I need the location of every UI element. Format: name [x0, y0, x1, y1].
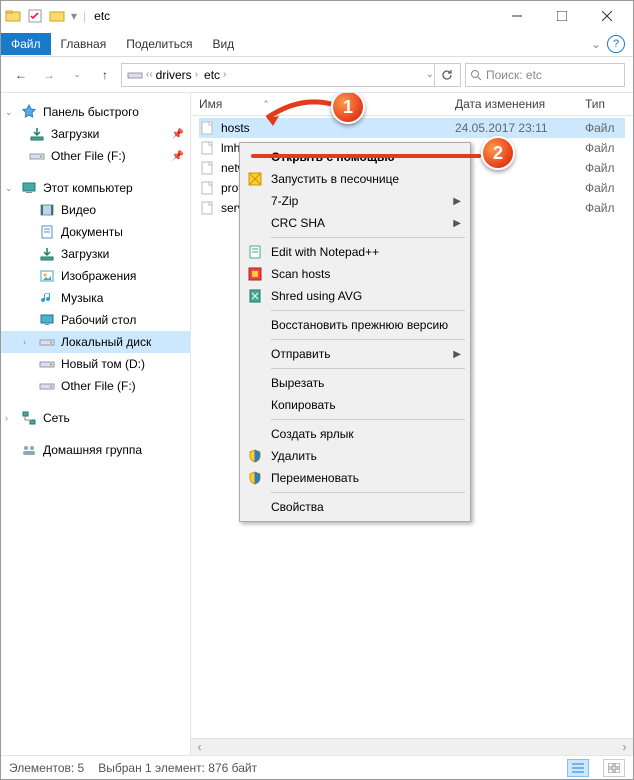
network-icon	[21, 410, 37, 426]
status-bar: Элементов: 5 Выбран 1 элемент: 876 байт	[1, 755, 633, 779]
help-button[interactable]: ?	[607, 35, 625, 53]
col-date[interactable]: Дата изменения	[455, 97, 585, 111]
maximize-button[interactable]	[539, 2, 584, 30]
scroll-left[interactable]: ‹	[191, 739, 208, 756]
context-menu-item[interactable]: Восстановить прежнюю версию	[243, 314, 467, 336]
breadcrumb-seg[interactable]: etc	[204, 68, 220, 82]
annotation-line-2	[251, 154, 481, 158]
breadcrumb[interactable]: ‹‹ drivers› etc› ⌄	[121, 63, 461, 87]
folder-small-icon	[49, 8, 65, 24]
context-menu-item[interactable]: Переименовать	[243, 467, 467, 489]
homegroup-icon	[21, 442, 37, 458]
view-details-button[interactable]	[567, 759, 589, 777]
context-menu-item[interactable]: Вырезать	[243, 372, 467, 394]
content-pane: Имя⌃ Дата изменения Тип hosts 24.05.2017…	[191, 93, 633, 755]
context-menu-separator	[271, 237, 465, 238]
file-list: hosts 24.05.2017 23:11 Файл lmho 02 Файл…	[191, 116, 633, 738]
search-input[interactable]: Поиск: etc	[465, 63, 625, 87]
sidebar-item[interactable]: Музыка	[1, 287, 190, 309]
ribbon: Файл Главная Поделиться Вид ⌄ ?	[1, 31, 633, 57]
status-count: Элементов: 5	[9, 761, 84, 775]
context-menu-item[interactable]: Создать ярлык	[243, 423, 467, 445]
context-menu-item[interactable]: 7-Zip ▶	[243, 190, 467, 212]
main-area: ⌄ Панель быстрого Загрузки📌 Other File (…	[1, 93, 633, 755]
titlebar: ▾ | etc	[1, 1, 633, 31]
sidebar-item[interactable]: Загрузки	[1, 243, 190, 265]
sidebar-item[interactable]: Загрузки📌	[1, 123, 190, 145]
context-menu-item[interactable]: Свойства	[243, 496, 467, 518]
tab-home[interactable]: Главная	[51, 33, 117, 55]
tab-view[interactable]: Вид	[202, 33, 244, 55]
annotation-arrow-1	[259, 98, 337, 128]
explorer-window: ▾ | etc Файл Главная Поделиться Вид ⌄ ? …	[0, 0, 634, 780]
sidebar-quick-access[interactable]: ⌄ Панель быстрого	[1, 101, 190, 123]
context-menu-separator	[271, 492, 465, 493]
properties-icon[interactable]	[27, 8, 43, 24]
col-type[interactable]: Тип	[585, 97, 625, 111]
context-menu-item[interactable]: Удалить	[243, 445, 467, 467]
sidebar-item[interactable]: Other File (F:)📌	[1, 145, 190, 167]
minimize-button[interactable]	[494, 2, 539, 30]
close-button[interactable]	[584, 2, 629, 30]
window-title: etc	[94, 9, 110, 23]
nav-pane: ⌄ Панель быстрого Загрузки📌 Other File (…	[1, 93, 191, 755]
context-menu-item[interactable]: Edit with Notepad++	[243, 241, 467, 263]
column-headers[interactable]: Имя⌃ Дата изменения Тип	[191, 93, 633, 116]
annotation-marker-2: 2	[481, 136, 515, 170]
col-name[interactable]: Имя	[199, 97, 222, 111]
folder-icon	[5, 8, 21, 24]
context-menu-separator	[271, 419, 465, 420]
context-menu-item[interactable]: CRC SHA ▶	[243, 212, 467, 234]
sidebar-network[interactable]: › Сеть	[1, 407, 190, 429]
breadcrumb-dropdown[interactable]: ⌄	[426, 69, 434, 80]
computer-icon	[21, 180, 37, 196]
view-icons-button[interactable]	[603, 759, 625, 777]
sidebar-item[interactable]: Рабочий стол	[1, 309, 190, 331]
context-menu-separator	[271, 368, 465, 369]
context-menu-separator	[271, 339, 465, 340]
sidebar-item[interactable]: Документы	[1, 221, 190, 243]
context-menu: Открыть с помощью Запустить в песочнице …	[239, 142, 471, 522]
horizontal-scrollbar[interactable]: ‹ ›	[191, 738, 633, 755]
search-placeholder: Поиск: etc	[486, 68, 542, 82]
sidebar-item[interactable]: Other File (F:)	[1, 375, 190, 397]
sidebar-homegroup[interactable]: Домашняя группа	[1, 439, 190, 461]
breadcrumb-seg[interactable]: drivers	[156, 68, 192, 82]
context-menu-item[interactable]: Shred using AVG	[243, 285, 467, 307]
recent-dropdown[interactable]: ⌄	[65, 63, 89, 87]
context-menu-separator	[271, 310, 465, 311]
context-menu-item[interactable]: Отправить ▶	[243, 343, 467, 365]
drive-icon	[127, 67, 143, 83]
context-menu-item[interactable]: Запустить в песочнице	[243, 168, 467, 190]
up-button[interactable]: ↑	[93, 63, 117, 87]
sidebar-this-pc[interactable]: ⌄ Этот компьютер	[1, 177, 190, 199]
tab-share[interactable]: Поделиться	[116, 33, 202, 55]
chevron-down-icon[interactable]: ⌄	[591, 37, 601, 51]
context-menu-item[interactable]: Scan hosts	[243, 263, 467, 285]
search-icon	[470, 69, 482, 81]
sidebar-item[interactable]: Видео	[1, 199, 190, 221]
forward-button[interactable]: →	[37, 63, 61, 87]
tab-file[interactable]: Файл	[1, 33, 51, 55]
sidebar-item[interactable]: Изображения	[1, 265, 190, 287]
star-icon	[21, 104, 37, 120]
sidebar-item[interactable]: ›Локальный диск	[1, 331, 190, 353]
scroll-right[interactable]: ›	[616, 739, 633, 756]
back-button[interactable]: ←	[9, 63, 33, 87]
sidebar-item[interactable]: Новый том (D:)	[1, 353, 190, 375]
address-bar: ← → ⌄ ↑ ‹‹ drivers› etc› ⌄ Поиск: etc	[1, 57, 633, 93]
context-menu-item[interactable]: Копировать	[243, 394, 467, 416]
refresh-button[interactable]	[434, 63, 458, 87]
status-selection: Выбран 1 элемент: 876 байт	[98, 761, 257, 775]
